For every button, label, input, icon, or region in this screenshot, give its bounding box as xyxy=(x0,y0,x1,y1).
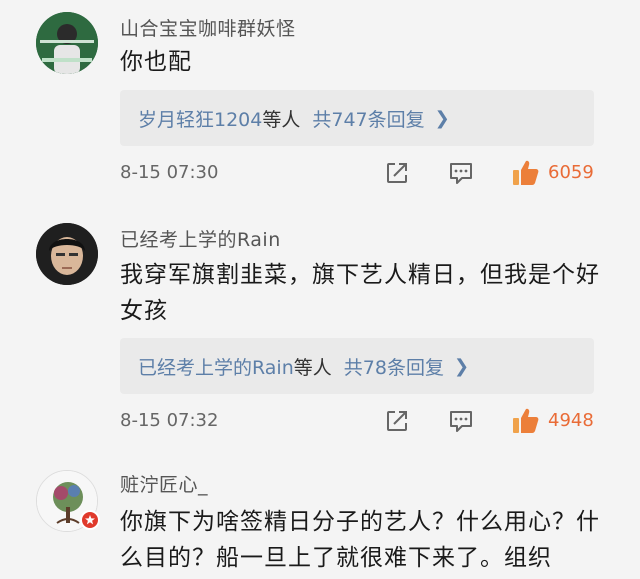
reply-users[interactable]: 岁月轻狂1204 xyxy=(138,105,262,132)
avatar[interactable] xyxy=(36,223,98,285)
reply-users[interactable]: 已经考上学的Rain xyxy=(138,353,294,380)
verified-badge-icon xyxy=(80,510,100,530)
timestamp: 8-15 07:32 xyxy=(120,410,219,431)
comment-text: 你也配 xyxy=(120,49,192,75)
comment-item: 已经考上学的Rain 我穿军旗割韭菜，旗下艺人精日，但我是个好女孩 已经考上学的… xyxy=(0,205,640,455)
comment-item: 赃泞匠心_ 你旗下为啥签精日分子的艺人？什么用心？什么目的？船一旦上了就很难下来… xyxy=(0,460,640,579)
like-count: 6059 xyxy=(548,162,594,183)
thumbs-up-icon[interactable] xyxy=(510,406,540,436)
username[interactable]: 已经考上学的Rain xyxy=(120,225,281,252)
avatar-image xyxy=(36,12,98,74)
comment-item: 山合宝宝咖啡群妖怪 你也配 岁月轻狂1204 等人 共747条回复 ❯ 8-15… xyxy=(0,0,640,200)
reply-count[interactable]: 共747条回复 xyxy=(312,105,424,132)
reply-summary[interactable]: 已经考上学的Rain 等人 共78条回复 ❯ xyxy=(120,338,594,394)
chevron-right-icon: ❯ xyxy=(434,107,450,129)
chevron-right-icon: ❯ xyxy=(453,355,470,377)
reply-count[interactable]: 共78条回复 xyxy=(344,353,444,380)
share-icon[interactable] xyxy=(384,160,410,186)
avatar[interactable] xyxy=(36,12,98,74)
comment-meta: 8-15 07:30 6059 xyxy=(120,160,610,190)
reply-users-suffix: 等人 xyxy=(293,356,332,379)
comment-icon[interactable] xyxy=(448,408,474,434)
comment-text: 你旗下为啥签精日分子的艺人？什么用心？什么目的？船一旦上了就很难下来了。组织 xyxy=(120,509,600,571)
avatar-image xyxy=(36,223,98,285)
timestamp: 8-15 07:30 xyxy=(120,162,219,183)
reply-users-suffix: 等人 xyxy=(262,108,301,131)
reply-summary[interactable]: 岁月轻狂1204 等人 共747条回复 ❯ xyxy=(120,90,594,146)
thumbs-up-icon[interactable] xyxy=(510,158,540,188)
comment-text: 我穿军旗割韭菜，旗下艺人精日，但我是个好女孩 xyxy=(120,262,600,324)
like-count: 4948 xyxy=(548,410,594,431)
comment-icon[interactable] xyxy=(448,160,474,186)
comment-meta: 8-15 07:32 4948 xyxy=(120,408,610,438)
username[interactable]: 山合宝宝咖啡群妖怪 xyxy=(120,14,296,41)
share-icon[interactable] xyxy=(384,408,410,434)
username[interactable]: 赃泞匠心_ xyxy=(120,470,208,497)
